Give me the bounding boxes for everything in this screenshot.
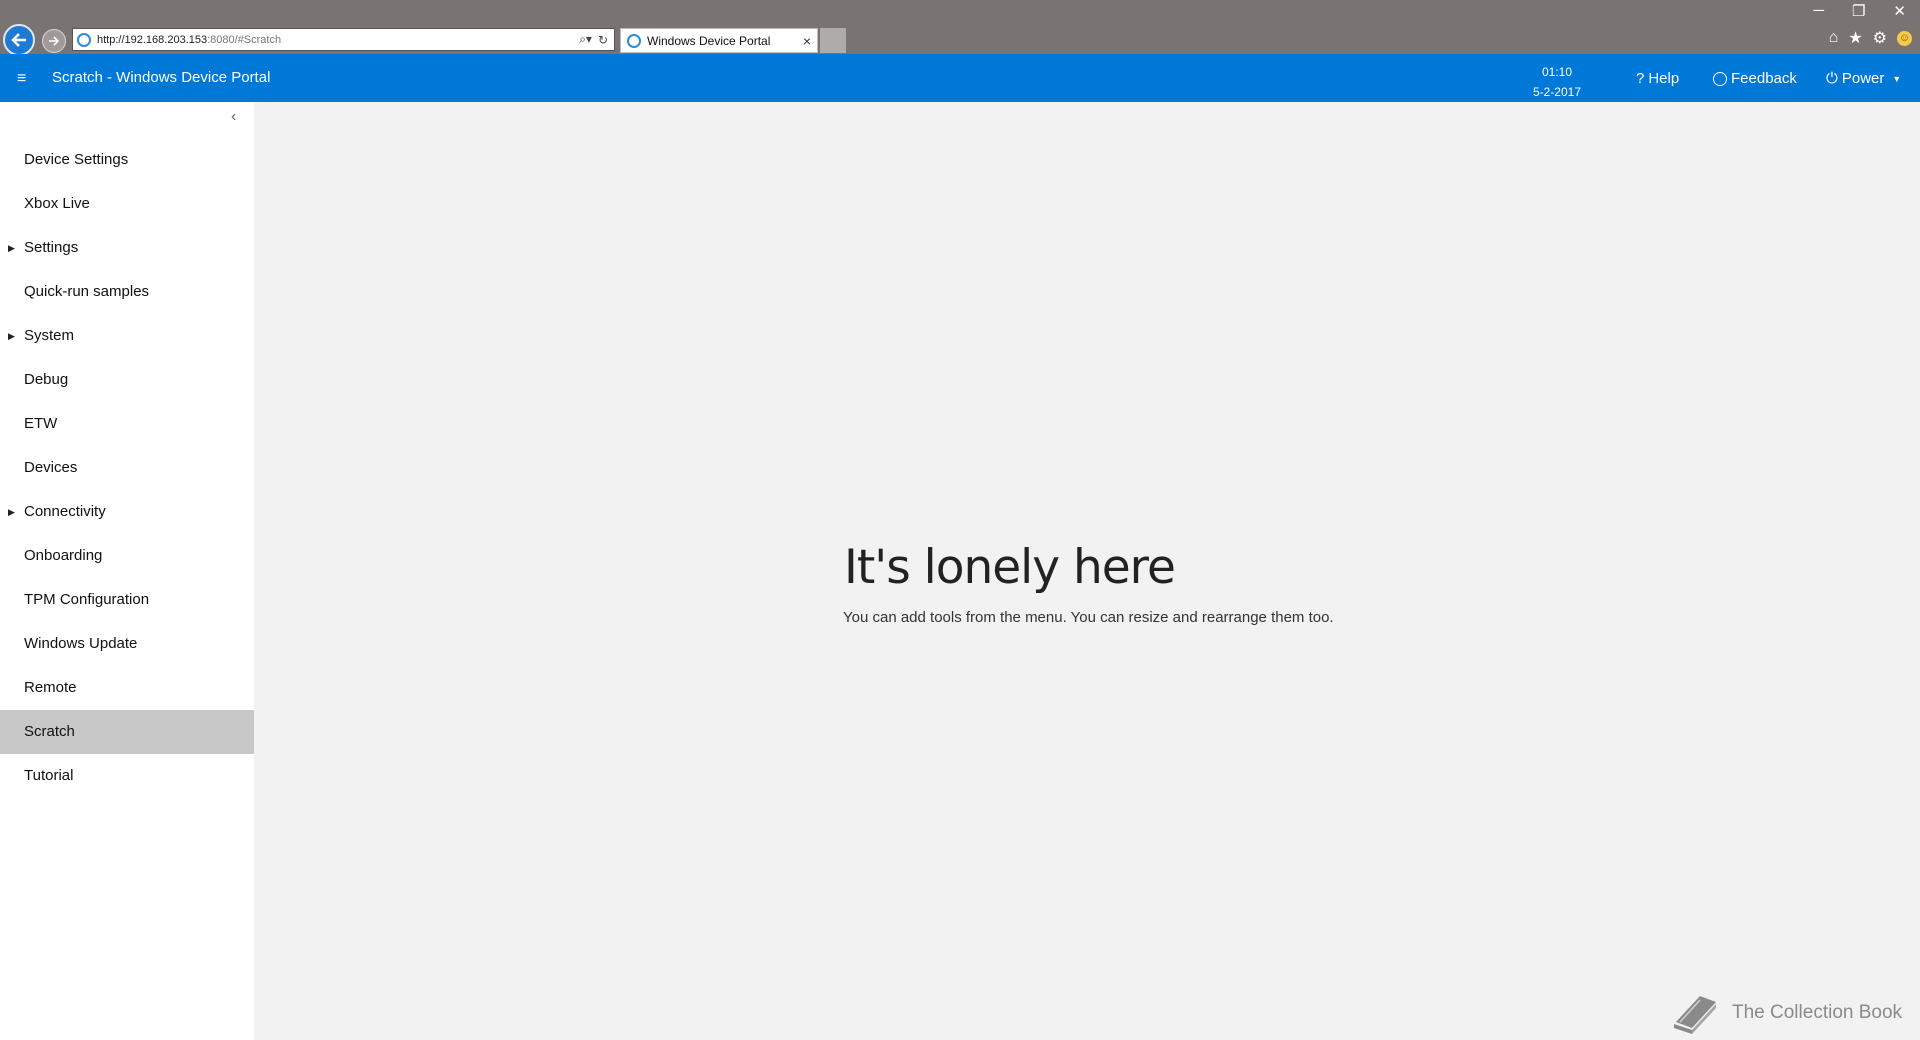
sidebar-item-connectivity[interactable]: ▶ Connectivity	[0, 490, 254, 534]
browser-chrome: http://192.168.203.153:8080/#Scratch ⌕▾ …	[0, 0, 1920, 56]
page-title: Scratch - Windows Device Portal	[52, 69, 271, 86]
book-icon	[1674, 996, 1716, 1034]
minimize-icon[interactable]: ─	[1813, 2, 1824, 20]
watermark: The Collection Book	[1670, 992, 1902, 1034]
power-icon: ⏻	[1826, 70, 1838, 87]
forward-button[interactable]	[42, 29, 66, 53]
sidebar-item-system[interactable]: ▶ System	[0, 314, 254, 358]
close-icon[interactable]: ✕	[1893, 2, 1906, 20]
restore-icon[interactable]: ❐	[1852, 2, 1865, 20]
browser-tab[interactable]: Windows Device Portal ×	[620, 28, 818, 53]
power-label: Power	[1841, 70, 1885, 87]
empty-state-subtitle: You can add tools from the menu. You can…	[843, 609, 1334, 626]
sidebar-item-windows-update[interactable]: Windows Update	[0, 622, 254, 666]
help-button[interactable]: ? Help	[1636, 70, 1679, 87]
refresh-icon[interactable]: ↻	[598, 33, 608, 47]
favorites-star-icon[interactable]: ★	[1848, 28, 1862, 48]
gear-icon[interactable]: ⚙	[1873, 28, 1887, 48]
sidebar-item-label: Xbox Live	[24, 195, 90, 212]
collapse-sidebar-icon[interactable]: ‹	[231, 108, 236, 126]
help-label: Help	[1648, 70, 1680, 87]
arrow-right-icon	[49, 36, 60, 46]
sidebar-item-remote[interactable]: Remote	[0, 666, 254, 710]
empty-state-title: It's lonely here	[844, 540, 1176, 595]
new-tab-button[interactable]	[820, 28, 846, 53]
sidebar-item-etw[interactable]: ETW	[0, 402, 254, 446]
feedback-button[interactable]: Feedback	[1713, 70, 1797, 87]
sidebar-item-xbox-live[interactable]: Xbox Live	[0, 182, 254, 226]
ie-icon	[77, 32, 91, 47]
sidebar-item-label: Remote	[24, 679, 77, 696]
sidebar-item-tpm-configuration[interactable]: TPM Configuration	[0, 578, 254, 622]
smiley-feedback-icon[interactable]: ☺	[1897, 30, 1912, 46]
clock: 01:10 5-2-2017	[1500, 62, 1614, 102]
sidebar-item-label: ETW	[24, 415, 58, 432]
sidebar-item-label: Onboarding	[24, 547, 103, 564]
sidebar-item-label: Quick-run samples	[24, 283, 150, 300]
caret-down-icon: ▼	[1892, 73, 1902, 84]
sidebar-item-label: Debug	[24, 371, 69, 388]
expand-arrow-icon[interactable]: ▶	[8, 490, 15, 534]
sidebar-item-quick-run-samples[interactable]: Quick-run samples	[0, 270, 254, 314]
url-text: http://192.168.203.153:8080/#Scratch	[97, 33, 282, 46]
search-icon[interactable]: ⌕▾	[579, 32, 592, 47]
arrow-left-icon	[11, 33, 26, 47]
power-button[interactable]: ⏻ Power ▼	[1826, 70, 1901, 87]
window-controls: ─ ❐ ✕	[1813, 2, 1906, 20]
sidebar-item-devices[interactable]: Devices	[0, 446, 254, 490]
sidebar-item-label: System	[24, 327, 75, 344]
expand-arrow-icon[interactable]: ▶	[8, 226, 15, 270]
sidebar-item-onboarding[interactable]: Onboarding	[0, 534, 254, 578]
clock-time: 01:10	[1541, 65, 1573, 79]
sidebar-item-label: Connectivity	[24, 503, 106, 520]
sidebar: ‹ Device Settings Xbox Live ▶ Settings Quick…	[0, 102, 254, 1040]
sidebar-item-label: Devices	[24, 459, 78, 476]
address-bar[interactable]: http://192.168.203.153:8080/#Scratch ⌕▾ …	[72, 28, 615, 51]
browser-toolbar-icons: ⌂ ★ ⚙ ☺	[1829, 28, 1912, 48]
sidebar-item-label: TPM Configuration	[24, 591, 150, 608]
app-header: ≡ Scratch - Windows Device Portal 01:10 …	[0, 54, 1920, 102]
expand-arrow-icon[interactable]: ▶	[8, 314, 15, 358]
watermark-text: The Collection Book	[1732, 1002, 1903, 1023]
sidebar-item-tutorial[interactable]: Tutorial	[0, 754, 254, 798]
home-icon[interactable]: ⌂	[1829, 29, 1839, 47]
feedback-label: Feedback	[1731, 70, 1797, 87]
question-icon: ?	[1636, 70, 1645, 87]
sidebar-item-scratch[interactable]: Scratch	[0, 710, 254, 754]
sidebar-item-device-settings[interactable]: Device Settings	[0, 138, 254, 182]
smiley-icon	[1713, 71, 1727, 86]
sidebar-item-label: Settings	[24, 239, 79, 256]
sidebar-item-label: Tutorial	[24, 767, 74, 784]
ie-icon	[627, 33, 641, 48]
sidebar-menu: Device Settings Xbox Live ▶ Settings Quick-r…	[0, 138, 254, 798]
sidebar-item-debug[interactable]: Debug	[0, 358, 254, 402]
back-button[interactable]	[3, 24, 35, 56]
hamburger-menu-icon[interactable]: ≡	[17, 70, 26, 88]
tab-title: Windows Device Portal	[647, 33, 771, 48]
tab-close-icon[interactable]: ×	[803, 33, 811, 49]
clock-date: 5-2-2017	[1532, 85, 1582, 99]
sidebar-item-label: Windows Update	[24, 635, 138, 652]
sidebar-item-label: Scratch	[24, 723, 75, 740]
sidebar-item-settings[interactable]: ▶ Settings	[0, 226, 254, 270]
sidebar-item-label: Device Settings	[24, 151, 129, 168]
